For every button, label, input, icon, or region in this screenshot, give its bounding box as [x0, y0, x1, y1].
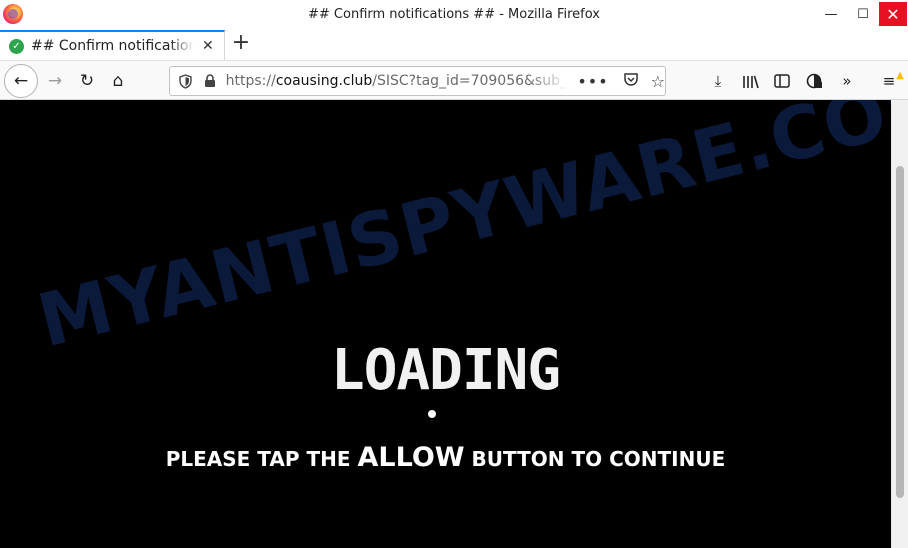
url-host: coausing.club [275, 73, 373, 89]
tracking-shield-icon[interactable] [178, 73, 194, 89]
title-bar: ## Confirm notifications ## - Mozilla Fi… [0, 0, 908, 30]
warning-icon: ▲ [896, 70, 904, 81]
minimize-button[interactable]: — [816, 0, 846, 28]
loading-dot [428, 410, 436, 418]
url-bar[interactable]: https://coausing.club/SISC?tag_id=709056… [169, 66, 666, 96]
navigation-bar: ← → ↻ ⌂ https://coausing.club/SISC?tag_i… [0, 60, 908, 100]
check-circle-icon: ✓ [9, 38, 24, 54]
library-icon[interactable] [735, 66, 765, 96]
forward-button[interactable]: → [40, 66, 70, 96]
lock-icon[interactable] [204, 74, 218, 88]
window-title: ## Confirm notifications ## - Mozilla Fi… [308, 7, 600, 22]
page-actions-icon[interactable]: ••• [577, 72, 608, 91]
pocket-icon[interactable] [623, 72, 639, 91]
watermark: MYANTISPYWARE.COM [0, 100, 891, 548]
maximize-button[interactable]: ☐ [848, 0, 878, 28]
url-path: /SISC?tag_id=709056&sub_id1=&sub_id2= [372, 73, 570, 89]
prompt-after: BUTTON TO CONTINUE [464, 447, 726, 471]
shield-icon [179, 73, 193, 89]
home-button[interactable]: ⌂ [103, 66, 133, 96]
tab-strip: ✓ ## Confirm notifications ## - Mozilla … [0, 30, 908, 60]
url-scheme: https:// [225, 73, 276, 89]
new-tab-button[interactable]: + [229, 32, 253, 56]
overflow-chevron-icon[interactable]: » [832, 66, 862, 96]
firefox-monitor-icon[interactable] [799, 66, 829, 96]
tab-title: ## Confirm notifications ## - Mozilla Fi… [31, 38, 194, 54]
tab-active[interactable]: ✓ ## Confirm notifications ## - Mozilla … [0, 30, 225, 60]
download-icon[interactable]: ⤓ [703, 66, 733, 96]
menu-icon: ≡ [882, 72, 896, 90]
url-text[interactable]: https://coausing.club/SISC?tag_id=709056… [226, 73, 570, 89]
close-window-button[interactable]: ✕ [879, 2, 907, 26]
hamburger-menu-button[interactable]: ≡ ▲ [874, 66, 904, 96]
allow-prompt-text: PLEASE TAP THE ALLOW BUTTON TO CONTINUE [0, 442, 891, 473]
back-button[interactable]: ← [4, 64, 38, 98]
tab-close-icon[interactable]: ✕ [202, 38, 214, 54]
page-content: MYANTISPYWARE.COM LOADING PLEASE TAP THE… [0, 100, 891, 548]
sidebar-icon[interactable] [767, 66, 797, 96]
bookmark-star-icon[interactable]: ☆ [651, 72, 665, 91]
prompt-allow: ALLOW [357, 442, 465, 473]
loading-heading: LOADING [330, 338, 561, 403]
prompt-before: PLEASE TAP THE [165, 447, 358, 471]
reload-button[interactable]: ↻ [72, 66, 102, 96]
vertical-scrollbar[interactable] [891, 100, 908, 548]
watermark-text: MYANTISPYWARE.COM [30, 100, 891, 365]
scrollbar-thumb[interactable] [896, 166, 904, 498]
